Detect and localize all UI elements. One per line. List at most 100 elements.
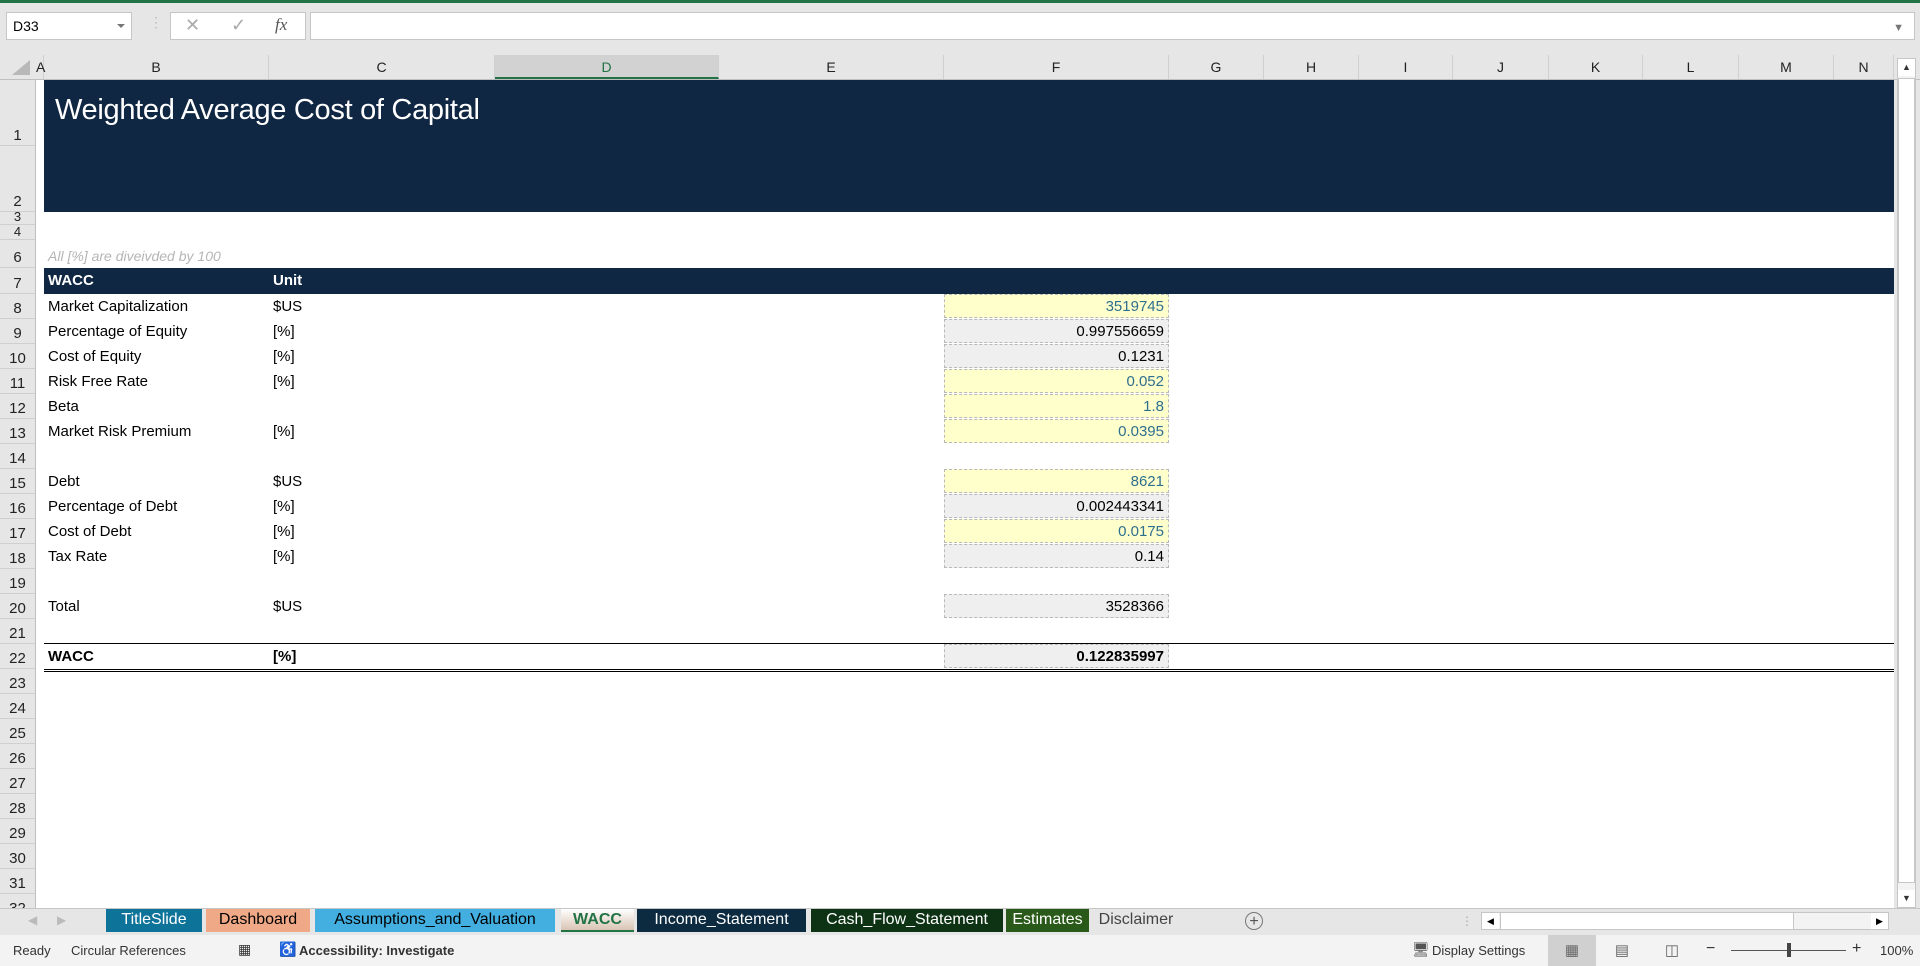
name-box[interactable]: D33 (6, 12, 132, 40)
column-header-d[interactable]: D (495, 55, 719, 79)
drag-handle-icon[interactable]: ⋮ (1461, 914, 1473, 928)
row-label[interactable]: Market Capitalization (48, 294, 188, 319)
cancel-icon[interactable]: ✕ (185, 15, 200, 36)
next-sheet-icon[interactable]: ▶ (57, 913, 66, 927)
sheet-tab-cash-flow-statement[interactable]: Cash_Flow_Statement (811, 909, 1003, 932)
normal-view-icon[interactable]: ▦ (1548, 935, 1596, 966)
row-label[interactable]: WACC (48, 644, 94, 669)
column-header-c[interactable]: C (269, 55, 495, 79)
column-header-n[interactable]: N (1834, 55, 1894, 79)
row-label[interactable]: Total (48, 594, 80, 619)
row-header-15[interactable]: 15 (0, 469, 35, 494)
row-unit[interactable]: [%] (273, 344, 295, 369)
row-header-21[interactable]: 21 (0, 619, 35, 644)
calculated-value-cell[interactable]: 0.997556659 (944, 319, 1169, 343)
row-header-8[interactable]: 8 (0, 294, 35, 319)
row-label[interactable]: Percentage of Equity (48, 319, 187, 344)
row-unit[interactable]: [%] (273, 644, 296, 669)
scroll-thumb[interactable] (1500, 913, 1794, 929)
input-value-cell[interactable]: 0.052 (944, 369, 1169, 393)
row-header-1[interactable]: 1 (0, 80, 35, 146)
formula-input[interactable]: ▼ (310, 12, 1915, 40)
wacc-value-cell[interactable]: 0.122835997 (944, 644, 1169, 668)
row-unit[interactable]: [%] (273, 494, 295, 519)
sheet-tab-titleslide[interactable]: TitleSlide (106, 909, 202, 932)
row-header-6[interactable]: 6 (0, 243, 35, 268)
row-label[interactable]: Cost of Equity (48, 344, 141, 369)
chevron-down-icon[interactable] (117, 24, 125, 28)
zoom-slider-thumb[interactable] (1786, 943, 1791, 957)
scroll-right-icon[interactable]: ▶ (1871, 913, 1888, 929)
expand-formula-bar-icon[interactable]: ▼ (1893, 22, 1904, 34)
sheet-tab-dashboard[interactable]: Dashboard (206, 909, 310, 932)
row-header-30[interactable]: 30 (0, 844, 35, 869)
column-header-i[interactable]: I (1359, 55, 1453, 79)
row-unit[interactable]: [%] (273, 519, 295, 544)
row-unit[interactable]: [%] (273, 419, 295, 444)
column-header-f[interactable]: F (944, 55, 1169, 79)
row-header-10[interactable]: 10 (0, 344, 35, 369)
circular-references[interactable]: Circular References (71, 943, 186, 958)
calculated-value-cell[interactable]: 0.002443341 (944, 494, 1169, 518)
accessibility-status[interactable]: Accessibility: Investigate (299, 943, 454, 958)
zoom-out-button[interactable]: − (1706, 940, 1715, 958)
row-label[interactable]: Beta (48, 394, 79, 419)
row-header-22[interactable]: 22 (0, 644, 35, 669)
row-header-29[interactable]: 29 (0, 819, 35, 844)
scroll-down-icon[interactable]: ▼ (1898, 890, 1915, 907)
scroll-up-icon[interactable]: ▲ (1898, 59, 1915, 76)
page-break-preview-icon[interactable]: ◫ (1648, 935, 1696, 966)
row-label[interactable]: Tax Rate (48, 544, 107, 569)
row-header-31[interactable]: 31 (0, 869, 35, 894)
row-header-14[interactable]: 14 (0, 444, 35, 469)
insert-function-icon[interactable]: fx (275, 15, 287, 35)
column-header-k[interactable]: K (1549, 55, 1643, 79)
sheet-tab-assumptions-and-valuation[interactable]: Assumptions_and_Valuation (315, 909, 555, 932)
sheet-tab-disclaimer[interactable]: Disclaimer (1092, 909, 1180, 932)
calculated-value-cell[interactable]: 0.14 (944, 544, 1169, 568)
row-label[interactable]: Percentage of Debt (48, 494, 177, 519)
column-header-j[interactable]: J (1453, 55, 1549, 79)
row-header-28[interactable]: 28 (0, 794, 35, 819)
column-header-g[interactable]: G (1169, 55, 1264, 79)
row-header-16[interactable]: 16 (0, 494, 35, 519)
scroll-thumb[interactable] (1898, 78, 1915, 883)
column-header-a[interactable]: A (36, 55, 45, 79)
row-header-32[interactable]: 32 (0, 894, 35, 908)
row-header-4[interactable]: 4 (0, 225, 35, 240)
scroll-left-icon[interactable]: ◀ (1482, 913, 1499, 929)
input-value-cell[interactable]: 1.8 (944, 394, 1169, 418)
row-header-17[interactable]: 17 (0, 519, 35, 544)
row-header-7[interactable]: 7 (0, 268, 35, 294)
input-value-cell[interactable]: 0.0175 (944, 519, 1169, 543)
calculated-value-cell[interactable]: 3528366 (944, 594, 1169, 618)
row-header-20[interactable]: 20 (0, 594, 35, 619)
row-header-3[interactable]: 3 (0, 212, 35, 225)
enter-icon[interactable]: ✓ (231, 15, 246, 36)
row-unit[interactable]: [%] (273, 319, 295, 344)
column-header-b[interactable]: B (44, 55, 269, 79)
calculated-value-cell[interactable]: 0.1231 (944, 344, 1169, 368)
row-header-18[interactable]: 18 (0, 544, 35, 569)
add-sheet-button[interactable]: + (1245, 912, 1263, 930)
row-header-19[interactable]: 19 (0, 569, 35, 594)
input-value-cell[interactable]: 3519745 (944, 294, 1169, 318)
row-header-12[interactable]: 12 (0, 394, 35, 419)
row-header-2[interactable]: 2 (0, 146, 35, 212)
row-label[interactable]: Market Risk Premium (48, 419, 191, 444)
row-header-26[interactable]: 26 (0, 744, 35, 769)
row-label[interactable]: Debt (48, 469, 80, 494)
row-unit[interactable]: $US (273, 294, 302, 319)
column-header-m[interactable]: M (1739, 55, 1834, 79)
column-header-h[interactable]: H (1264, 55, 1359, 79)
select-all-button[interactable] (12, 60, 30, 75)
row-header-9[interactable]: 9 (0, 319, 35, 344)
row-label[interactable]: Risk Free Rate (48, 369, 148, 394)
prev-sheet-icon[interactable]: ◀ (28, 913, 37, 927)
macro-recording-icon[interactable]: ▦ (238, 941, 251, 958)
row-unit[interactable]: $US (273, 469, 302, 494)
sheet-tab-wacc[interactable]: WACC (561, 909, 634, 932)
row-header-13[interactable]: 13 (0, 419, 35, 444)
row-unit[interactable]: [%] (273, 369, 295, 394)
zoom-in-button[interactable]: + (1852, 940, 1861, 958)
